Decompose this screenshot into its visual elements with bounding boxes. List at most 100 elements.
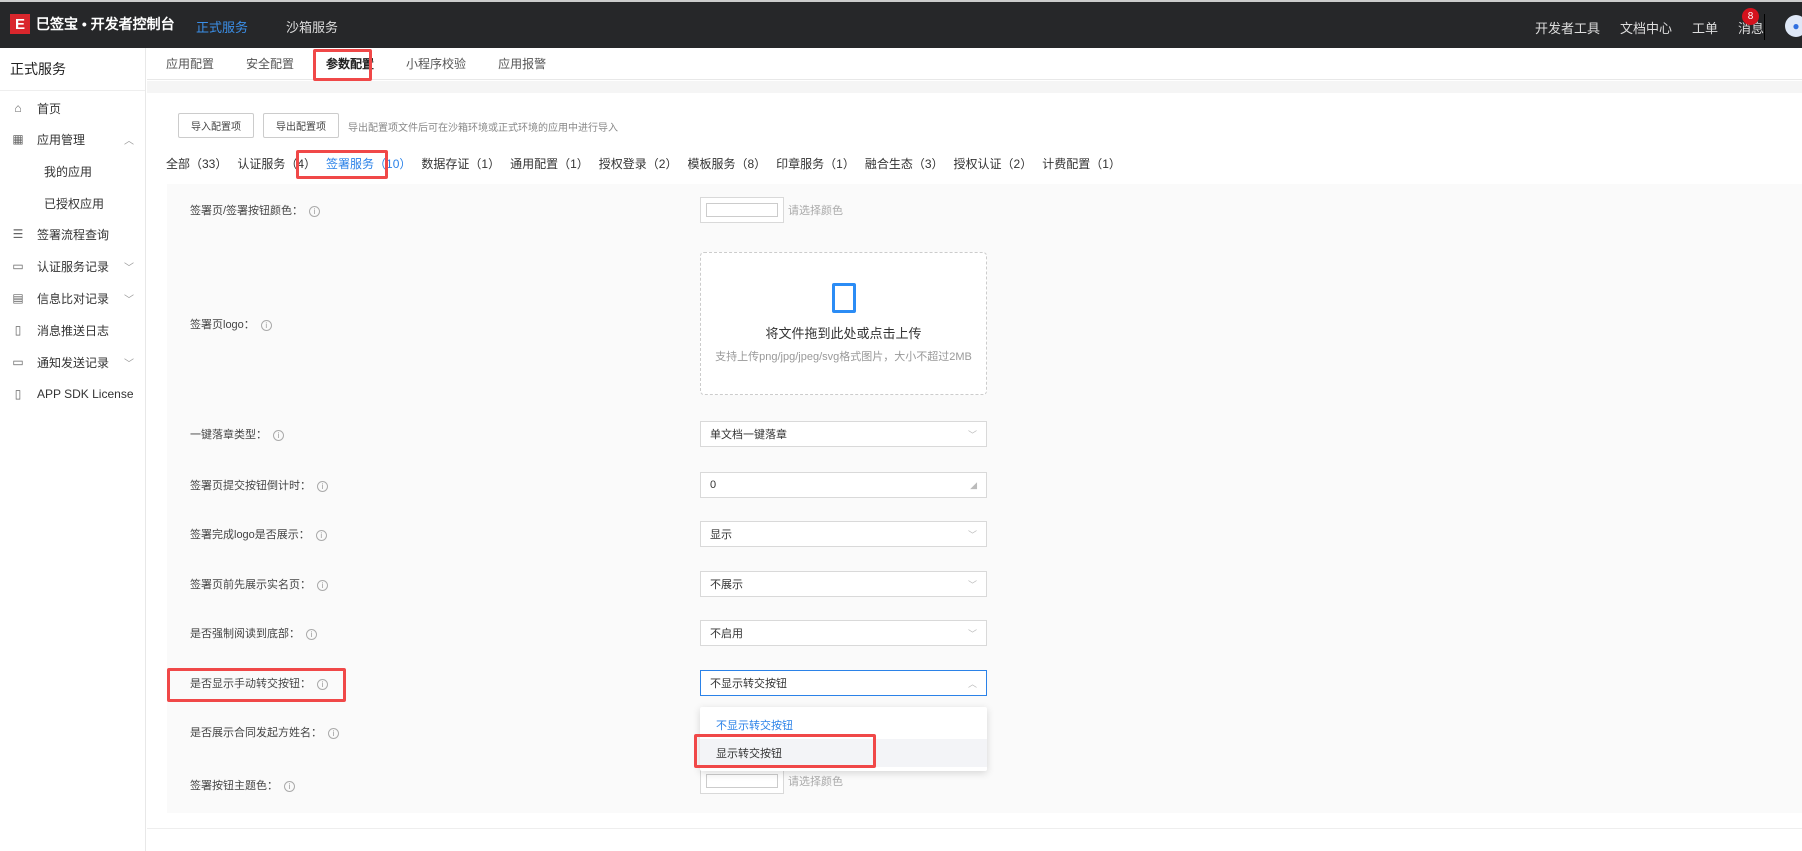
sub-tabs: 应用配置 安全配置 参数配置 小程序校验 应用报警 — [147, 48, 1802, 80]
info-icon[interactable]: i — [328, 727, 339, 739]
tab-security-config[interactable]: 安全配置 — [246, 55, 294, 72]
chevron-down-icon: ﹀ — [124, 294, 134, 306]
logo-mark: E — [10, 14, 30, 34]
theme-label: 签署按钮主题色： i — [190, 777, 295, 793]
phone-icon: ▯ — [14, 387, 22, 401]
chevron-down-icon: ﹀ — [124, 358, 134, 370]
upload-hint: 支持上传png/jpg/jpeg/svg格式图片，大小不超过2MB — [715, 351, 972, 363]
initiator-label: 是否展示合同发起方姓名： i — [190, 724, 339, 740]
import-config-button[interactable]: 导入配置项 — [178, 113, 254, 138]
filter-template[interactable]: 模板服务（8） — [687, 155, 766, 172]
sidebar-item-label: APP SDK License — [37, 387, 134, 401]
chevron-down-icon: ﹀ — [967, 628, 977, 639]
user-avatar-icon[interactable]: ● — [1785, 15, 1802, 37]
info-icon[interactable]: i — [317, 579, 328, 591]
upload-title: 将文件拖到此处或点击上传 — [765, 326, 922, 341]
tab-app-config[interactable]: 应用配置 — [166, 55, 214, 72]
filter-general[interactable]: 通用配置（1） — [510, 155, 589, 172]
option-hide-transfer[interactable]: 不显示转交按钮 — [700, 711, 987, 739]
filter-ecosystem[interactable]: 融合生态（3） — [865, 155, 944, 172]
filter-evidence[interactable]: 数据存证（1） — [421, 155, 500, 172]
brand-name: 巳签宝 • 开发者控制台 — [36, 16, 175, 32]
info-icon[interactable]: i — [309, 205, 321, 217]
sidebar-item-my-apps[interactable]: 我的应用 — [0, 157, 146, 185]
transfer-dropdown: 不显示转交按钮 显示转交按钮 — [700, 707, 987, 771]
chevron-up-icon: ︿ — [967, 678, 977, 689]
chevron-down-icon: ﹀ — [967, 579, 977, 590]
logo[interactable]: E 巳签宝 • 开发者控制台 — [10, 14, 175, 34]
top-bar: E 巳签宝 • 开发者控制台 正式服务 沙箱服务 开发者工具 文档中心 工单 消息… — [0, 0, 1802, 48]
nav-production[interactable]: 正式服务 — [196, 17, 248, 36]
sidebar-item-label: 通知发送记录 — [37, 355, 110, 370]
chevron-up-icon: ︿ — [124, 135, 134, 147]
info-icon[interactable]: i — [260, 319, 272, 331]
countdown-label: 签署页提交按钮倒计时： i — [190, 477, 328, 493]
info-icon[interactable]: i — [317, 480, 328, 492]
transfer-select[interactable]: 不显示转交按钮 ︿ — [700, 670, 987, 696]
info-icon[interactable]: i — [284, 780, 295, 792]
nav-docs[interactable]: 文档中心 — [1620, 18, 1672, 37]
show-logo-label: 签署完成logo是否展示： i — [190, 526, 327, 542]
theme-color-picker[interactable] — [700, 768, 784, 794]
info-icon[interactable]: i — [317, 678, 328, 690]
export-hint: 导出配置项文件后可在沙箱环境或正式环境的应用中进行导入 — [348, 123, 618, 134]
chevron-down-icon: ﹀ — [967, 529, 977, 540]
sidebar-item-authorized-apps[interactable]: 已授权应用 — [0, 189, 146, 217]
info-icon[interactable]: i — [315, 529, 327, 541]
force-read-select[interactable]: 不启用 ﹀ — [700, 620, 987, 646]
realname-select[interactable]: 不展示 ﹀ — [700, 571, 987, 597]
color-placeholder: 请选择颜色 — [788, 205, 843, 217]
sidebar-item-label: 消息推送日志 — [37, 323, 110, 338]
realname-label: 签署页前先展示实名页： i — [190, 576, 328, 592]
seal-type-select[interactable]: 单文档一键落章 ﹀ — [700, 421, 987, 447]
sidebar-item-sdk-license[interactable]: ▯ APP SDK License — [0, 380, 146, 408]
sidebar-item-sign-flow[interactable]: ☰ 签署流程查询 — [0, 220, 146, 248]
transfer-label: 是否显示手动转交按钮： i — [190, 675, 328, 691]
nav-tickets[interactable]: 工单 — [1692, 18, 1718, 37]
sidebar-item-app-management[interactable]: ▦ 应用管理 ︿ — [0, 125, 146, 153]
countdown-input[interactable]: 0 ◢ — [700, 472, 987, 498]
home-icon: ⌂ — [14, 101, 22, 115]
divider — [147, 828, 1802, 829]
tab-miniprogram-check[interactable]: 小程序校验 — [406, 55, 466, 72]
show-logo-select[interactable]: 显示 ﹀ — [700, 521, 987, 547]
sign-btn-color-picker[interactable] — [700, 197, 784, 223]
doc-compare-icon: ▤ — [12, 291, 24, 305]
filter-auth[interactable]: 认证服务（4） — [237, 155, 316, 172]
search-flow-icon: ☰ — [12, 227, 24, 241]
info-icon[interactable]: i — [273, 429, 284, 441]
tab-app-alert[interactable]: 应用报警 — [498, 55, 546, 72]
filter-seal[interactable]: 印章服务（1） — [776, 155, 855, 172]
sidebar-item-auth-records[interactable]: ▭ 认证服务记录 ﹀ — [0, 252, 146, 280]
id-card-icon: ▭ — [12, 259, 24, 273]
option-show-transfer[interactable]: 显示转交按钮 — [700, 739, 987, 767]
nav-dev-tools[interactable]: 开发者工具 — [1535, 18, 1600, 37]
sidebar-item-label: 信息比对记录 — [37, 291, 110, 306]
message-badge: 8 — [1742, 8, 1759, 25]
message-icon: ▭ — [12, 355, 24, 369]
divider — [147, 81, 1802, 93]
filter-authorization[interactable]: 授权认证（2） — [954, 155, 1033, 172]
sidebar-item-notify-records[interactable]: ▭ 通知发送记录 ﹀ — [0, 348, 146, 376]
tab-param-config[interactable]: 参数配置 — [326, 55, 374, 72]
filter-sign[interactable]: 签署服务（10） — [326, 155, 411, 172]
divider — [1764, 14, 1765, 40]
log-icon: ▯ — [14, 323, 22, 337]
sidebar-item-compare-records[interactable]: ▤ 信息比对记录 ﹀ — [0, 284, 146, 312]
nav-sandbox[interactable]: 沙箱服务 — [286, 17, 338, 36]
sidebar-title: 正式服务 — [0, 48, 145, 91]
filter-login[interactable]: 授权登录（2） — [599, 155, 678, 172]
logo-upload-dropzone[interactable]: 将文件拖到此处或点击上传 支持上传png/jpg/jpeg/svg格式图片，大小… — [700, 252, 987, 395]
sidebar-item-home[interactable]: ⌂ 首页 — [0, 94, 146, 122]
filter-all[interactable]: 全部（33） — [166, 155, 227, 172]
resize-handle-icon[interactable]: ◢ — [970, 480, 977, 491]
sidebar-item-label: 签署流程查询 — [37, 227, 110, 242]
force-read-label: 是否强制阅读到底部： i — [190, 625, 317, 641]
apps-icon: ▦ — [12, 132, 24, 146]
sidebar-item-push-log[interactable]: ▯ 消息推送日志 — [0, 316, 146, 344]
export-config-button[interactable]: 导出配置项 — [263, 113, 339, 138]
sidebar-item-label: 首页 — [37, 101, 62, 116]
sidebar-item-label: 已授权应用 — [44, 196, 105, 211]
info-icon[interactable]: i — [306, 628, 317, 640]
filter-billing[interactable]: 计费配置（1） — [1042, 155, 1121, 172]
